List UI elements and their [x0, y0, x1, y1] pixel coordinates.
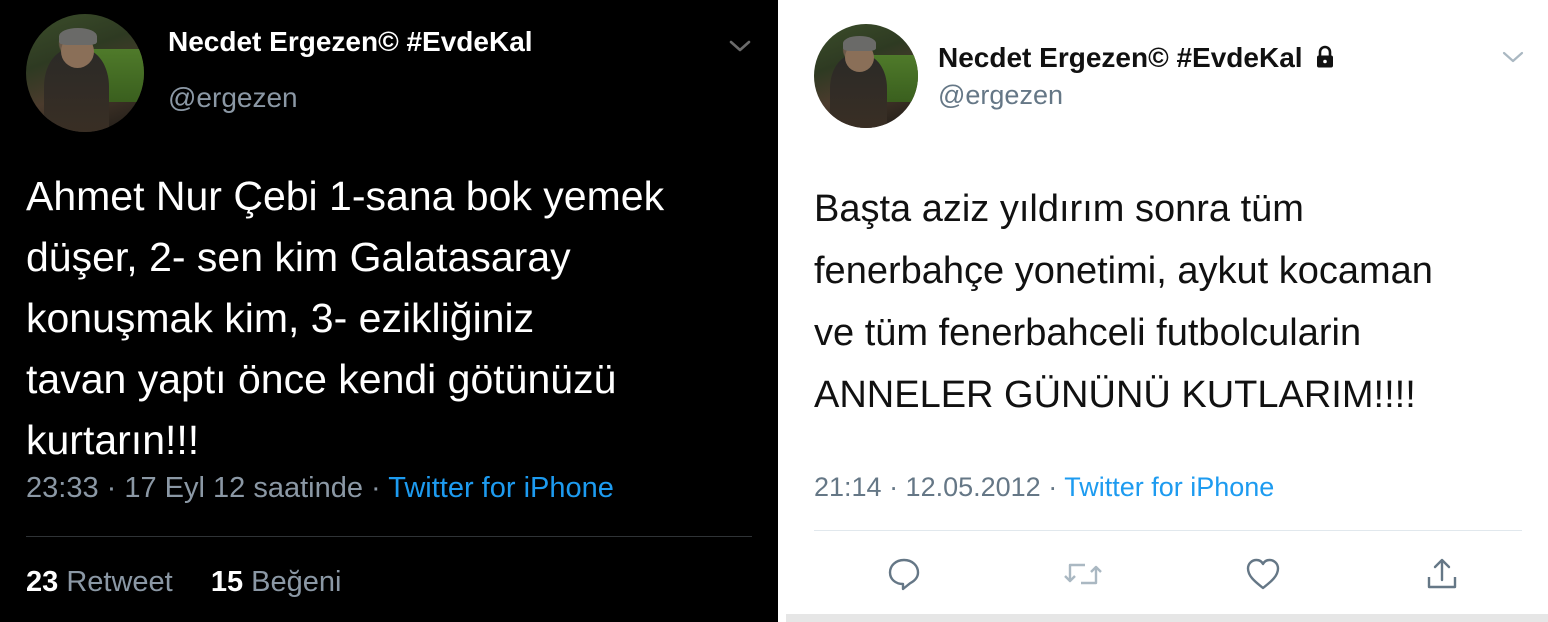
- retweet-label[interactable]: Retweet: [66, 566, 172, 598]
- timestamp[interactable]: 23:33 · 17 Eyl 12 saatinde ·: [26, 472, 381, 504]
- tweet-dark: Necdet Ergezen© #EvdeKal @ergezen Ahmet …: [0, 0, 778, 622]
- panel-separator: [778, 0, 786, 622]
- tweet-line: fenerbahçe yonetimi, aykut kocaman: [814, 250, 1433, 292]
- tweet-light: Necdet Ergezen© #EvdeKal @ergezen Başta …: [786, 0, 1548, 622]
- tweet-line: ANNELER GÜNÜNÜ KUTLARIM!!!!: [814, 374, 1416, 416]
- user-handle[interactable]: @ergezen: [168, 82, 298, 114]
- like-button[interactable]: [1241, 552, 1285, 596]
- divider: [814, 530, 1522, 531]
- tweet-line: düşer, 2- sen kim Galatasaray: [26, 234, 571, 280]
- retweet-button[interactable]: [1061, 552, 1105, 596]
- divider: [26, 536, 752, 537]
- avatar[interactable]: [814, 24, 918, 128]
- tweet-meta: 23:33 · 17 Eyl 12 saatinde · Twitter for…: [26, 472, 614, 505]
- retweet-icon: [1064, 563, 1103, 585]
- chevron-down-icon[interactable]: [728, 38, 752, 54]
- tweet-line: ve tüm fenerbahceli futbolcularin: [814, 312, 1362, 354]
- engagement-stats: 23 Retweet 15 Beğeni: [26, 566, 341, 599]
- source-link[interactable]: Twitter for iPhone: [388, 472, 614, 504]
- action-bar: [882, 552, 1464, 596]
- avatar[interactable]: [26, 14, 144, 132]
- tweet-line: tavan yaptı önce kendi götünüzü: [26, 356, 617, 402]
- tweet-meta: 21:14 · 12.05.2012 · Twitter for iPhone: [814, 472, 1274, 503]
- like-label[interactable]: Beğeni: [251, 566, 341, 598]
- tweet-line: Başta aziz yıldırım sonra tüm: [814, 188, 1304, 230]
- retweet-count[interactable]: 23: [26, 566, 58, 598]
- tweet-text: Ahmet Nur Çebi 1-sana bok yemek düşer, 2…: [26, 166, 664, 471]
- tweet-line: Ahmet Nur Çebi 1-sana bok yemek: [26, 173, 665, 219]
- lock-icon: [1317, 45, 1334, 68]
- timestamp[interactable]: 21:14 · 12.05.2012 ·: [814, 472, 1057, 502]
- reply-button[interactable]: [882, 552, 926, 596]
- like-icon: [1246, 558, 1279, 590]
- display-name-text: Necdet Ergezen© #EvdeKal: [938, 42, 1303, 73]
- user-handle[interactable]: @ergezen: [938, 80, 1063, 111]
- tweet-line: konuşmak kim, 3- ezikliğiniz: [26, 295, 535, 341]
- tweet-text: Başta aziz yıldırım sonra tüm fenerbahçe…: [814, 178, 1433, 426]
- like-count[interactable]: 15: [211, 566, 243, 598]
- display-name[interactable]: Necdet Ergezen© #EvdeKal: [938, 42, 1336, 74]
- screenshot-root: Necdet Ergezen© #EvdeKal @ergezen Ahmet …: [0, 0, 1548, 622]
- share-icon: [1427, 558, 1457, 589]
- reply-icon: [888, 558, 920, 591]
- bottom-strip: [786, 614, 1548, 622]
- source-link[interactable]: Twitter for iPhone: [1064, 472, 1274, 502]
- chevron-down-icon[interactable]: [1502, 50, 1524, 64]
- share-button[interactable]: [1420, 552, 1464, 596]
- tweet-line: kurtarın!!!: [26, 417, 200, 463]
- display-name[interactable]: Necdet Ergezen© #EvdeKal: [168, 26, 533, 58]
